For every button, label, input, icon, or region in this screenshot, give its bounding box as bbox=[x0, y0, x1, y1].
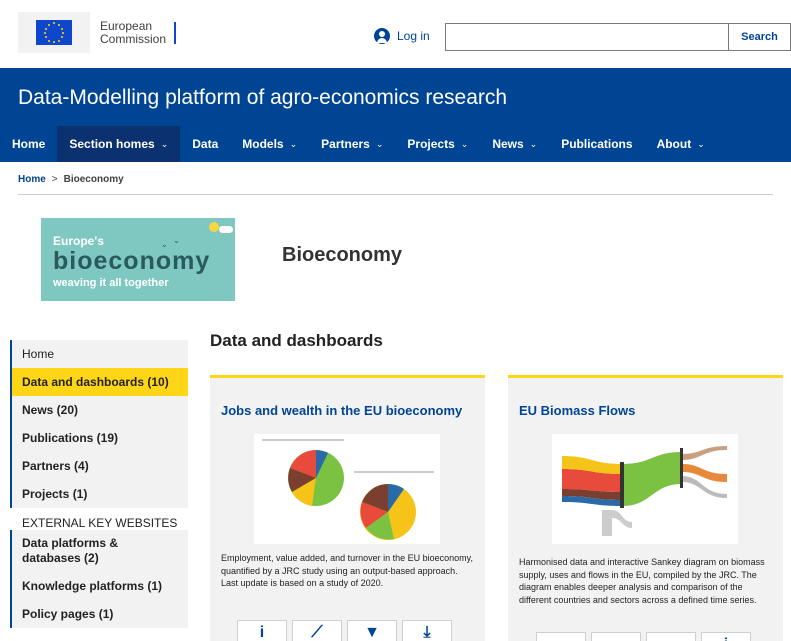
action-button[interactable] bbox=[591, 632, 641, 641]
section-title: Data and dashboards bbox=[210, 331, 383, 350]
sidebar-item-data-and-dashboards[interactable]: Data and dashboards (10) bbox=[10, 368, 188, 396]
chevron-down-icon: ⌄ bbox=[697, 138, 705, 149]
nav-label: Projects bbox=[407, 137, 455, 151]
page-title: Bioeconomy bbox=[282, 244, 403, 266]
logo-line-1: European bbox=[100, 18, 153, 33]
sidebar-item-projects[interactable]: Projects (1) bbox=[10, 480, 188, 508]
nav-item-partners[interactable]: Partners ⌄ bbox=[309, 126, 395, 162]
nav-item-about[interactable]: About ⌄ bbox=[645, 126, 717, 162]
dashboard-card: EU Biomass Flows Harmonised data and int… bbox=[508, 375, 783, 641]
breadcrumb-current: Bioeconomy bbox=[63, 174, 124, 185]
nav-label: About bbox=[656, 137, 692, 151]
search-input[interactable] bbox=[445, 23, 728, 51]
sidebar-item-policy-pages[interactable]: Policy pages (1) bbox=[10, 600, 188, 628]
top-bar: European Commission Log in Search bbox=[0, 0, 791, 68]
logo-divider bbox=[174, 21, 177, 44]
sidebar-section-header: EXTERNAL KEY WEBSITES bbox=[10, 508, 188, 530]
nav-label: Models bbox=[242, 137, 284, 151]
banner-line-1: Europe's bbox=[53, 234, 104, 248]
chart-icon[interactable]: ⟋ bbox=[292, 620, 342, 641]
breadcrumb: Home > Bioeconomy bbox=[18, 174, 124, 185]
sidebar: Home Data and dashboards (10) News (20) … bbox=[10, 340, 188, 628]
nav-item-data[interactable]: Data bbox=[180, 126, 230, 162]
nav-item-news[interactable]: News ⌄ bbox=[480, 126, 549, 162]
dashboard-card: Jobs and wealth in the EU bioeconomy Emp… bbox=[210, 375, 485, 641]
card-title[interactable]: EU Biomass Flows bbox=[519, 403, 635, 418]
bioeconomy-banner-image: ⌄ ⌄ Europe's bioeconomy weaving it all t… bbox=[41, 218, 235, 301]
nav-label: News bbox=[492, 137, 524, 151]
cloud-icon bbox=[219, 226, 233, 233]
login-label: Log in bbox=[397, 29, 430, 43]
filter-icon[interactable]: ▼ bbox=[347, 620, 397, 641]
chevron-down-icon: ⌄ bbox=[460, 138, 469, 149]
sidebar-item-data-platforms[interactable]: Data platforms & databases (2) bbox=[10, 530, 188, 572]
sidebar-item-news[interactable]: News (20) bbox=[10, 396, 188, 424]
sidebar-item-publications[interactable]: Publications (19) bbox=[10, 424, 188, 452]
nav-item-models[interactable]: Models ⌄ bbox=[230, 126, 309, 162]
banner-line-2: bioeconomy bbox=[53, 247, 211, 275]
sun-icon bbox=[209, 222, 219, 232]
card-description: Harmonised data and interactive Sankey d… bbox=[519, 557, 765, 605]
download-icon[interactable]: ⤓ bbox=[402, 620, 452, 641]
chevron-down-icon: ⌄ bbox=[289, 138, 298, 149]
nav-label: Home bbox=[12, 137, 46, 151]
breadcrumb-separator: > bbox=[51, 174, 58, 185]
chevron-down-icon: ⌄ bbox=[529, 138, 538, 149]
search-button[interactable]: Search bbox=[728, 23, 791, 51]
sidebar-item-knowledge-platforms[interactable]: Knowledge platforms (1) bbox=[10, 572, 188, 600]
main-navigation: Home Section homes ⌄ Data Models ⌄ Partner… bbox=[0, 126, 791, 162]
logo-text: European Commission bbox=[100, 18, 167, 46]
divider bbox=[18, 194, 773, 195]
nav-item-publications[interactable]: Publications bbox=[549, 126, 644, 162]
user-icon bbox=[374, 28, 390, 44]
nav-item-projects[interactable]: Projects ⌄ bbox=[395, 126, 480, 162]
card-description: Employment, value added, and turnover in… bbox=[221, 553, 473, 588]
ec-logo[interactable]: European Commission bbox=[18, 12, 177, 53]
chevron-down-icon: ⌄ bbox=[375, 138, 384, 149]
action-button[interactable] bbox=[536, 632, 586, 641]
sankey-diagram-thumbnail[interactable] bbox=[552, 434, 738, 544]
site-header: Data-Modelling platform of agro-economic… bbox=[0, 68, 791, 126]
nav-label: Data bbox=[192, 137, 219, 151]
nav-item-section-homes[interactable]: Section homes ⌄ bbox=[57, 126, 181, 162]
card-title[interactable]: Jobs and wealth in the EU bioeconomy bbox=[221, 403, 462, 418]
eu-flag-icon bbox=[18, 12, 90, 53]
site-title[interactable]: Data-Modelling platform of agro-economic… bbox=[18, 86, 507, 110]
login-link[interactable]: Log in bbox=[374, 28, 430, 44]
nav-label: Section homes bbox=[69, 137, 155, 151]
logo-line-2: Commission bbox=[100, 31, 167, 46]
info-icon[interactable]: i bbox=[237, 620, 287, 641]
nav-item-home[interactable]: Home bbox=[0, 126, 57, 162]
pie-charts-thumbnail[interactable] bbox=[254, 434, 440, 544]
bird-icon: ⌄ bbox=[173, 236, 180, 245]
sidebar-item-home[interactable]: Home bbox=[10, 340, 188, 368]
sidebar-item-partners[interactable]: Partners (4) bbox=[10, 452, 188, 480]
info-icon[interactable]: i bbox=[701, 632, 751, 641]
banner-line-3: weaving it all together bbox=[53, 277, 169, 289]
nav-label: Partners bbox=[321, 137, 370, 151]
breadcrumb-home[interactable]: Home bbox=[18, 174, 46, 185]
nav-label: Publications bbox=[561, 137, 633, 151]
chevron-down-icon: ⌄ bbox=[160, 138, 169, 149]
action-button[interactable] bbox=[646, 632, 696, 641]
